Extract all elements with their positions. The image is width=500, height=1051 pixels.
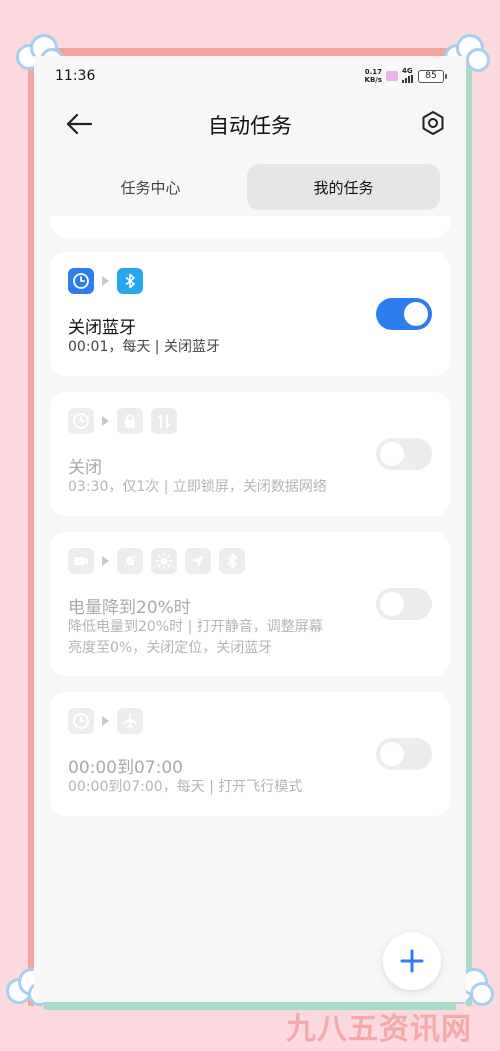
task-description: 00:00到07:00，每天 | 打开飞行模式 bbox=[68, 779, 303, 795]
task-toggle[interactable] bbox=[376, 588, 432, 620]
status-time: 11:36 bbox=[55, 68, 96, 84]
task-card[interactable]: 关闭蓝牙 00:01，每天 | 关闭蓝牙 bbox=[50, 252, 450, 376]
plus-icon bbox=[400, 949, 424, 973]
task-card-partial bbox=[50, 216, 450, 238]
tab-bar: 任务中心 我的任务 bbox=[54, 164, 440, 210]
lock-icon bbox=[117, 408, 143, 434]
status-bar: 11:36 0.17 KB/s 4G 85 bbox=[34, 56, 466, 96]
airplane-icon bbox=[117, 708, 143, 734]
task-title: 关闭 bbox=[68, 458, 102, 478]
arrow-right-icon bbox=[102, 416, 109, 426]
phone-screen: 11:36 0.17 KB/s 4G 85 自动任务 任务中心 我的任务 关闭蓝… bbox=[34, 56, 466, 1002]
frame-right bbox=[466, 56, 472, 1006]
task-title: 关闭蓝牙 bbox=[68, 318, 136, 338]
location-icon bbox=[185, 548, 211, 574]
clock-icon bbox=[68, 408, 94, 434]
task-toggle[interactable] bbox=[376, 438, 432, 470]
task-card[interactable]: 关闭 03:30，仅1次 | 立即锁屏，关闭数据网络 bbox=[50, 392, 450, 516]
network-speed: 0.17 KB/s bbox=[364, 68, 382, 84]
battery-icon: 85 bbox=[418, 69, 447, 83]
task-description: 03:30，仅1次 | 立即锁屏，关闭数据网络 bbox=[68, 479, 327, 495]
page-title: 自动任务 bbox=[208, 114, 292, 138]
tab-task-center[interactable]: 任务中心 bbox=[54, 164, 247, 210]
clock-icon bbox=[68, 268, 94, 294]
data-network-icon bbox=[151, 408, 177, 434]
hd-icon bbox=[386, 71, 398, 81]
tab-my-tasks[interactable]: 我的任务 bbox=[247, 164, 440, 210]
task-title: 00:00到07:00 bbox=[68, 758, 183, 778]
battery-icon bbox=[68, 548, 94, 574]
arrow-right-icon bbox=[102, 556, 109, 566]
gear-icon bbox=[422, 111, 444, 135]
task-icons bbox=[68, 708, 143, 734]
arrow-right-icon bbox=[102, 276, 109, 286]
mute-icon bbox=[117, 548, 143, 574]
settings-button[interactable] bbox=[419, 109, 447, 137]
task-icons bbox=[68, 268, 143, 294]
task-title: 电量降到20%时 bbox=[68, 598, 191, 618]
signal-icon: 4G bbox=[402, 67, 414, 85]
status-indicators: 0.17 KB/s 4G 85 bbox=[364, 67, 447, 85]
arrow-right-icon bbox=[102, 716, 109, 726]
frame-top bbox=[44, 48, 456, 56]
task-icons bbox=[68, 408, 177, 434]
task-icons bbox=[68, 548, 245, 574]
task-description-line1: 降低电量到20%时 | 打开静音，调整屏幕 bbox=[68, 619, 323, 635]
clock-icon bbox=[68, 708, 94, 734]
task-description-line2: 亮度至0%，关闭定位，关闭蓝牙 bbox=[68, 640, 273, 656]
brightness-icon bbox=[151, 548, 177, 574]
app-header: 自动任务 bbox=[34, 104, 466, 144]
task-description: 00:01，每天 | 关闭蓝牙 bbox=[68, 339, 220, 355]
bluetooth-icon bbox=[117, 268, 143, 294]
bluetooth-icon bbox=[219, 548, 245, 574]
watermark: 九八五资讯网 bbox=[286, 1012, 472, 1047]
task-card[interactable]: 电量降到20%时 降低电量到20%时 | 打开静音，调整屏幕 亮度至0%，关闭定… bbox=[50, 532, 450, 676]
task-card[interactable]: 00:00到07:00 00:00到07:00，每天 | 打开飞行模式 bbox=[50, 692, 450, 816]
add-task-button[interactable] bbox=[383, 932, 441, 990]
task-toggle[interactable] bbox=[376, 738, 432, 770]
task-toggle[interactable] bbox=[376, 298, 432, 330]
